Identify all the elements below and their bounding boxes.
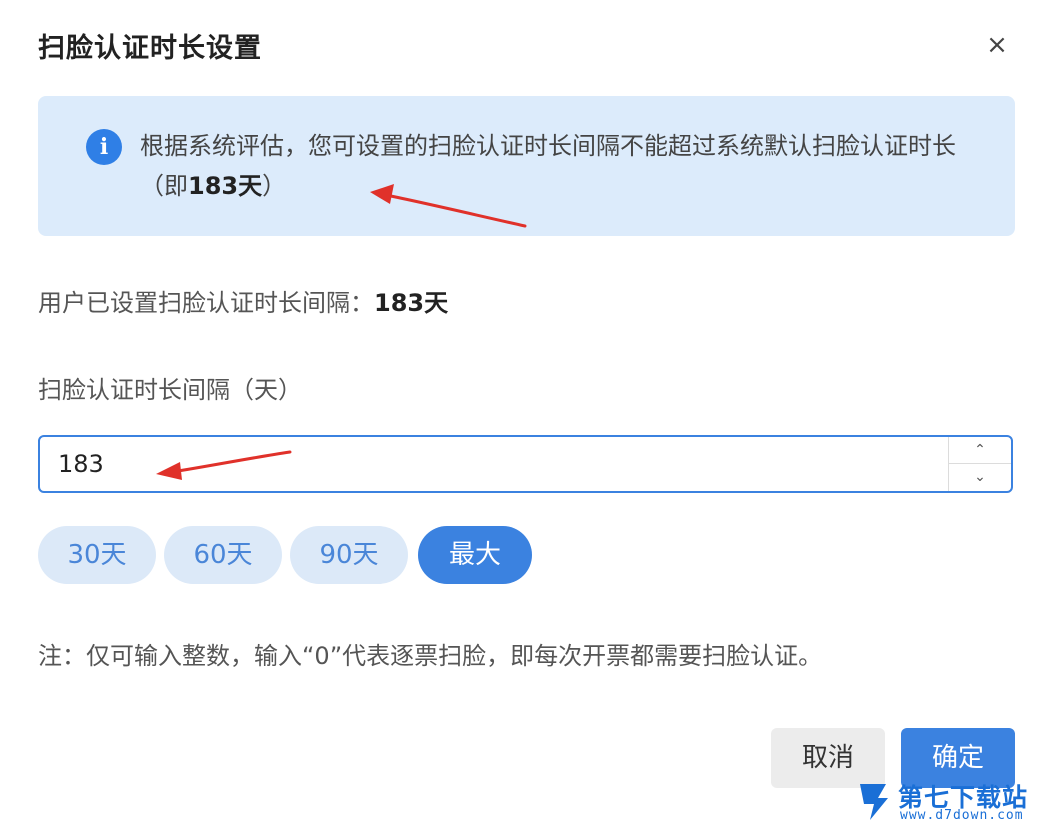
preset-max[interactable]: 最大 <box>418 526 532 584</box>
duration-input[interactable] <box>58 437 938 491</box>
watermark-url: www.d7down.com <box>900 808 1024 823</box>
info-icon: i <box>86 129 122 165</box>
current-setting-value: 183天 <box>374 289 449 317</box>
preset-30-days[interactable]: 30天 <box>38 526 156 584</box>
duration-stepper: ⌃ ⌄ <box>948 437 1011 491</box>
current-setting-label: 用户已设置扫脸认证时长间隔： <box>38 289 374 317</box>
current-setting: 用户已设置扫脸认证时长间隔：183天 <box>38 283 448 318</box>
dialog-title: 扫脸认证时长设置 <box>38 33 262 64</box>
watermark-logo-icon <box>860 784 888 820</box>
notice-text-end: ） <box>262 172 287 200</box>
stepper-up-icon[interactable]: ⌃ <box>949 437 1011 464</box>
notice-text: 根据系统评估，您可设置的扫脸认证时长间隔不能超过系统默认扫脸认证时长（即183天… <box>140 126 980 206</box>
notice-highlight: 183天 <box>188 172 263 200</box>
face-auth-duration-dialog: 扫脸认证时长设置 × i 根据系统评估，您可设置的扫脸认证时长间隔不能超过系统默… <box>0 0 1051 825</box>
duration-field-label: 扫脸认证时长间隔（天） <box>38 376 302 404</box>
stepper-down-icon[interactable]: ⌄ <box>949 464 1011 491</box>
duration-input-box: ⌃ ⌄ <box>38 435 1013 493</box>
info-notice: i 根据系统评估，您可设置的扫脸认证时长间隔不能超过系统默认扫脸认证时长（即18… <box>38 96 1015 236</box>
preset-60-days[interactable]: 60天 <box>164 526 282 584</box>
input-note: 注：仅可输入整数，输入“0”代表逐票扫脸，即每次开票都需要扫脸认证。 <box>38 642 823 670</box>
preset-90-days[interactable]: 90天 <box>290 526 408 584</box>
close-icon[interactable]: × <box>980 28 1014 62</box>
watermark: 第七下载站 www.d7down.com <box>856 778 1046 824</box>
